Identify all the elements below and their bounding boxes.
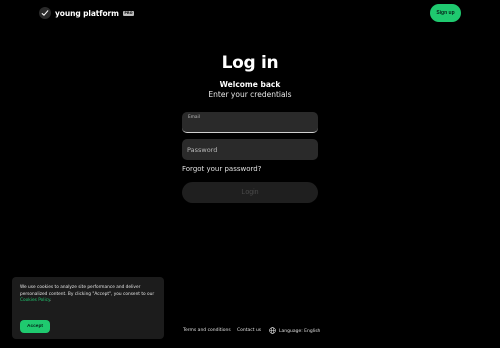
brand-badge: PRO xyxy=(122,10,135,16)
cookie-message-suffix: . xyxy=(49,298,52,304)
brand-logo[interactable]: young platform PRO xyxy=(39,7,135,19)
welcome-text: Welcome back xyxy=(219,80,281,89)
brand-logo-icon xyxy=(39,7,51,19)
contact-link[interactable]: Contact us xyxy=(237,328,261,333)
password-input[interactable] xyxy=(187,141,313,158)
page-title: Log in xyxy=(221,53,279,73)
email-input[interactable] xyxy=(188,122,312,131)
brand-name: young platform xyxy=(55,8,119,18)
login-button[interactable]: Login xyxy=(182,182,318,203)
terms-link[interactable]: Terms and conditions xyxy=(183,328,231,333)
password-field[interactable] xyxy=(182,139,318,160)
subtitle-text: Enter your credentials xyxy=(208,90,292,99)
cookies-policy-link[interactable]: Cookies Policy xyxy=(20,298,50,303)
signup-button[interactable]: Sign up xyxy=(430,4,461,22)
language-selector[interactable]: Language: English xyxy=(269,327,320,336)
cookie-message: We use cookies to analyze site performan… xyxy=(20,285,155,297)
email-field[interactable]: Email xyxy=(182,112,318,133)
cookie-banner: We use cookies to analyze site performan… xyxy=(12,277,164,339)
email-label: Email xyxy=(188,115,200,120)
accept-cookies-button[interactable]: Accept xyxy=(20,320,50,333)
cookie-text: We use cookies to analyze site performan… xyxy=(20,285,160,305)
globe-icon xyxy=(269,327,276,336)
forgot-password-link[interactable]: Forgot your password? xyxy=(182,165,261,173)
language-label: Language: English xyxy=(279,329,321,334)
login-page: young platform PRO Sign up Log in Welcom… xyxy=(0,0,500,348)
